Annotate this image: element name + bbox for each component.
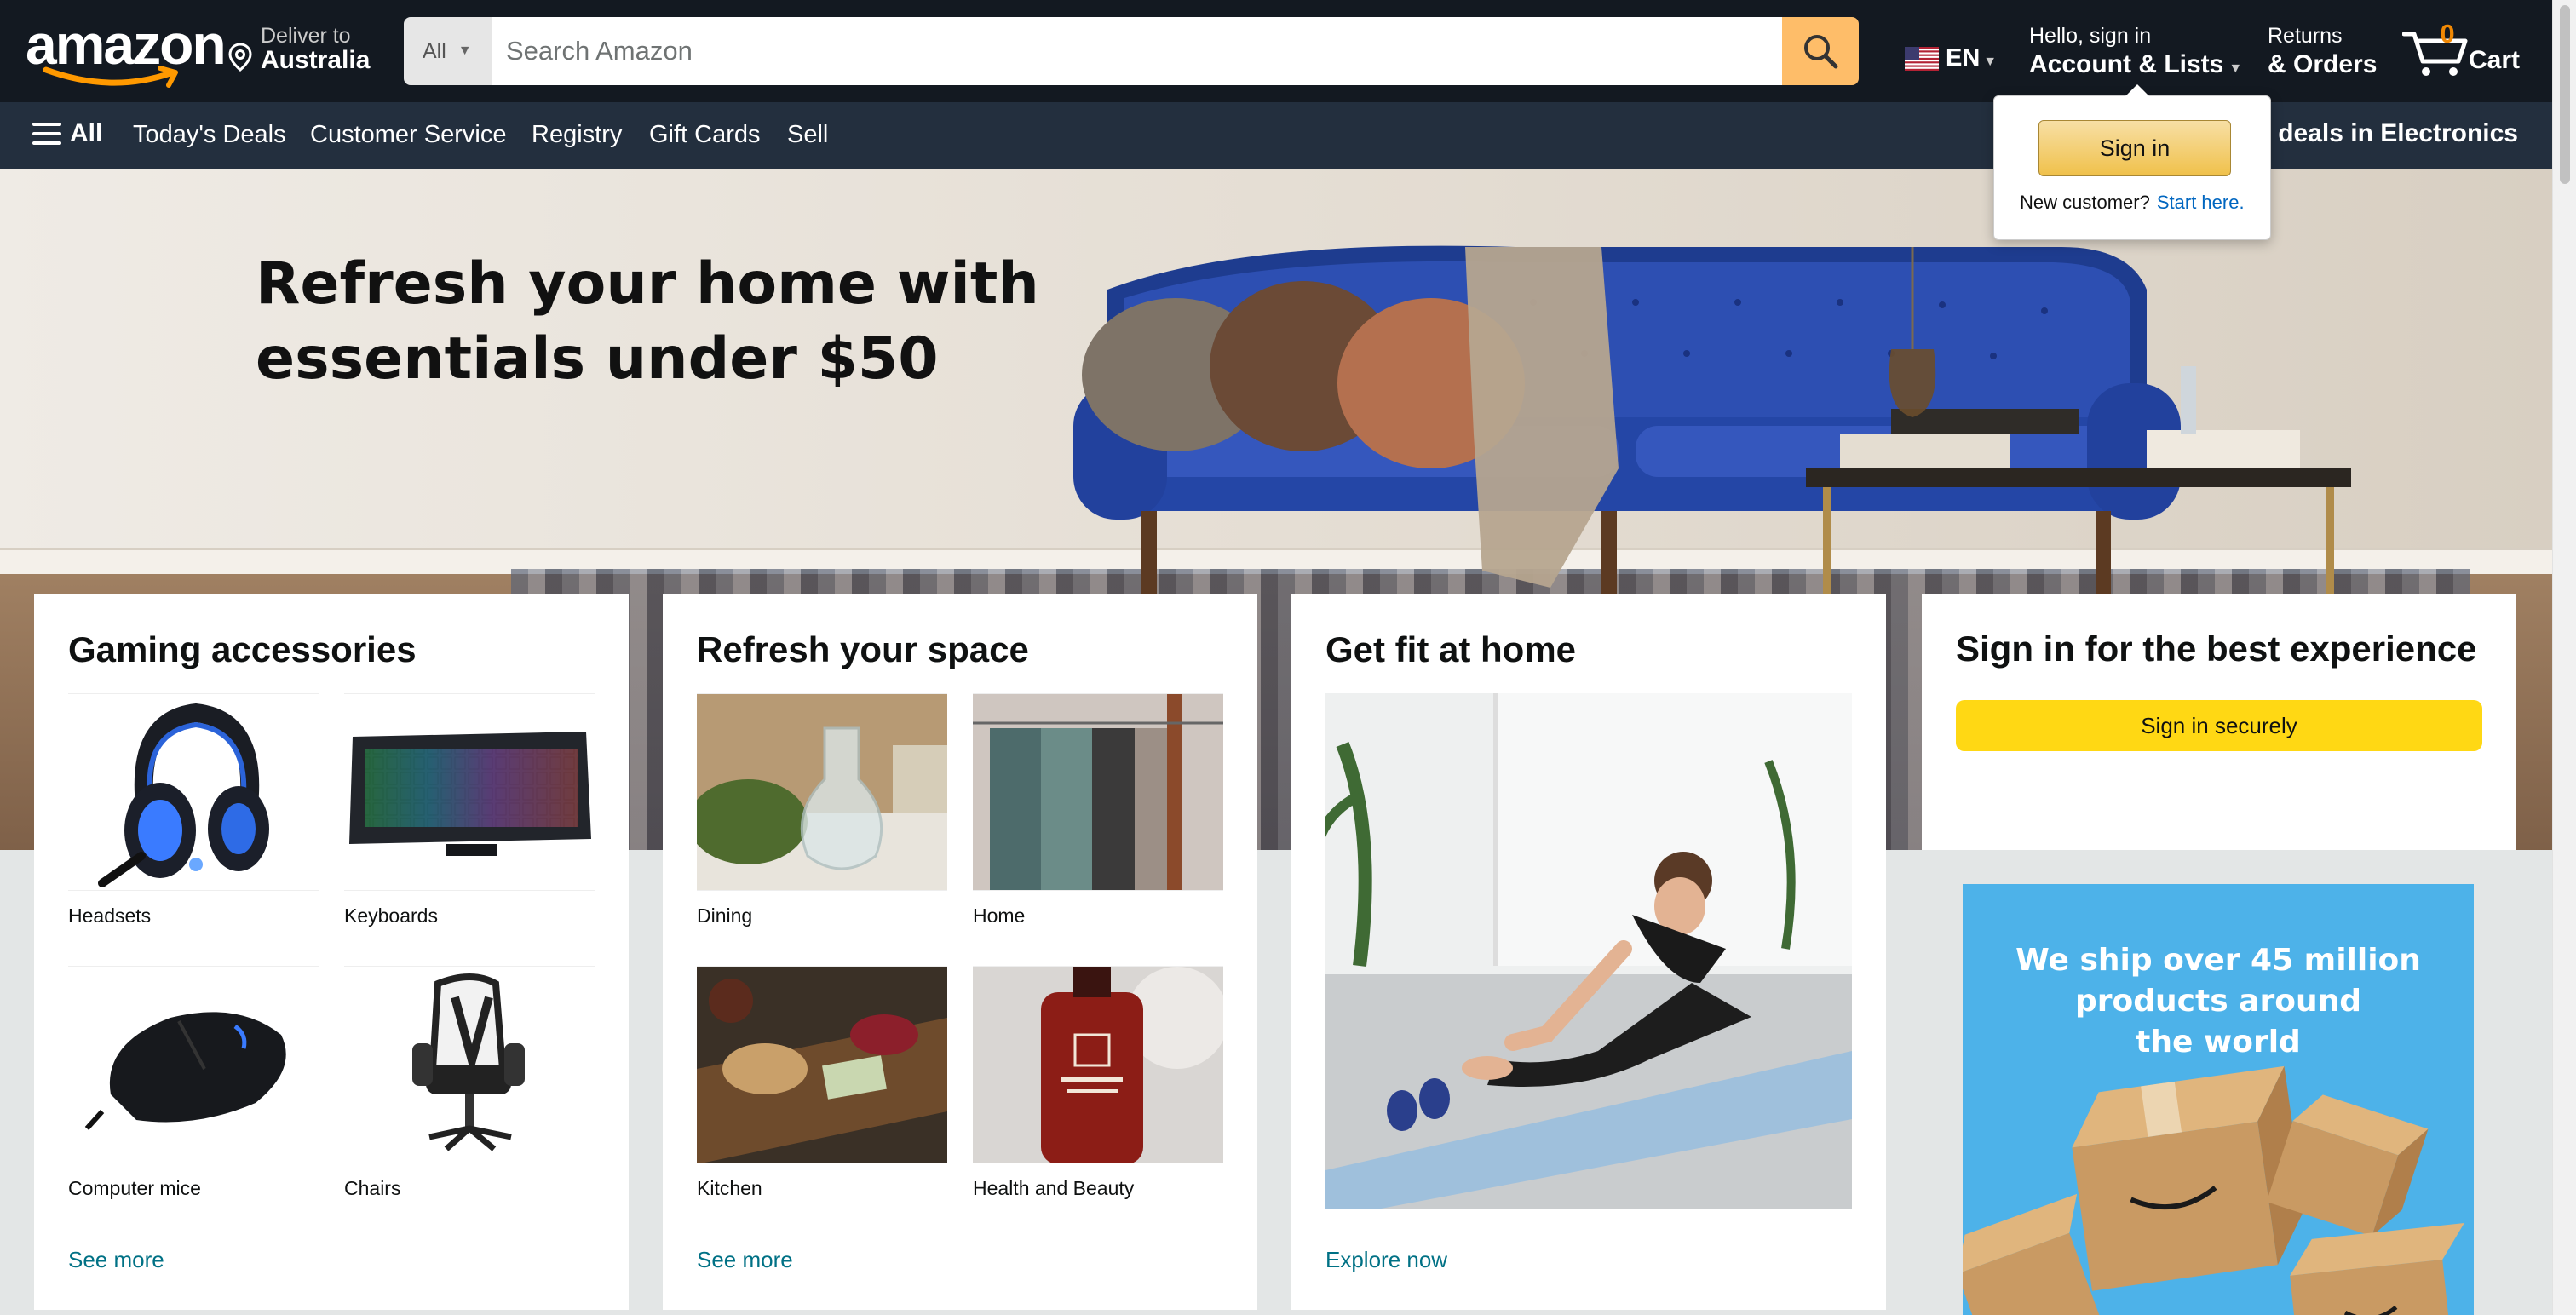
tile-caption: Kitchen: [697, 1177, 762, 1199]
home-image: [973, 693, 1223, 891]
tile-health-and-beauty[interactable]: Health and Beauty: [973, 966, 1223, 1200]
tile-home[interactable]: Home: [973, 693, 1223, 927]
card-title: Refresh your space: [697, 629, 1029, 669]
amazon-logo[interactable]: amazon: [26, 13, 227, 88]
fitness-image[interactable]: [1325, 693, 1852, 1209]
tile-headsets[interactable]: Headsets: [68, 693, 319, 927]
start-here-link[interactable]: Start here.: [2157, 192, 2245, 213]
see-more-link[interactable]: See more: [68, 1247, 164, 1273]
returns-orders[interactable]: Returns & Orders: [2268, 24, 2377, 79]
kitchen-image: [697, 966, 947, 1163]
tile-dining[interactable]: Dining: [697, 693, 947, 927]
card-title: Gaming accessories: [68, 629, 417, 669]
hero-headline-line1: Refresh your home with: [256, 250, 1039, 318]
orders-label: & Orders: [2268, 50, 2378, 78]
living-room-image: [1073, 245, 2351, 598]
tile-caption: Keyboards: [344, 904, 438, 927]
search-button[interactable]: [1782, 17, 1859, 85]
card-sign-in: Sign in for the best experience Sign in …: [1922, 594, 2516, 850]
account-title-label: Account & Lists: [2029, 50, 2224, 78]
scrollbar-thumb[interactable]: [2560, 5, 2570, 184]
nav-link-gift-cards[interactable]: Gift Cards: [649, 121, 761, 149]
cart-label: Cart: [2469, 46, 2521, 74]
deliver-label: Deliver to: [261, 24, 351, 48]
nav-link-todays-deals[interactable]: Today's Deals: [133, 121, 286, 149]
new-customer-text: New customer? Start here.: [2020, 192, 2245, 214]
shipping-boxes-image: [1963, 1065, 2464, 1315]
chevron-down-icon: ▼: [1983, 54, 1998, 69]
tile-caption: Home: [973, 904, 1026, 927]
gaming-chair-image: [344, 966, 595, 1163]
nav-link-registry[interactable]: Registry: [532, 121, 622, 149]
dining-image: [697, 693, 947, 891]
chevron-down-icon: ▼: [2228, 61, 2243, 76]
card-title: Get fit at home: [1325, 629, 1577, 669]
search-input[interactable]: [492, 17, 1782, 85]
tile-chairs[interactable]: Chairs: [344, 966, 595, 1200]
health-beauty-image: [973, 966, 1223, 1163]
chevron-down-icon: ▼: [457, 43, 472, 58]
card-refresh-your-space: Refresh your space Dining Home Kitchen H…: [663, 594, 1257, 1310]
account-lists[interactable]: Hello, sign in Account & Lists ▼: [2029, 24, 2242, 79]
search-category-label: All: [423, 38, 446, 63]
headset-image: [68, 693, 319, 891]
card-gaming-accessories: Gaming accessories Headsets Keyboards Co…: [34, 594, 629, 1310]
mouse-image: [68, 966, 319, 1163]
search-category-dropdown[interactable]: All ▼: [404, 17, 492, 85]
returns-label: Returns: [2268, 24, 2343, 48]
logo-smile-icon: [43, 66, 178, 88]
hero-headline-line2: essentials under $50: [256, 325, 939, 393]
tile-caption: Chairs: [344, 1177, 401, 1199]
see-more-link[interactable]: See more: [697, 1247, 793, 1273]
tile-keyboards[interactable]: Keyboards: [344, 693, 595, 927]
sign-in-flyout: Sign in New customer? Start here.: [1993, 84, 2271, 240]
explore-now-link[interactable]: Explore now: [1325, 1247, 1447, 1273]
language-label: EN: [1946, 44, 1981, 72]
hero-headline: Refresh your home with essentials under …: [256, 247, 1039, 397]
sign-in-securely-button[interactable]: Sign in securely: [1956, 700, 2482, 751]
search-bar: All ▼: [404, 17, 1859, 85]
tile-caption: Dining: [697, 904, 753, 927]
tile-kitchen[interactable]: Kitchen: [697, 966, 947, 1200]
language-selector[interactable]: EN ▼: [1905, 44, 1997, 72]
hamburger-icon: [32, 123, 61, 145]
card-title: Sign in for the best experience: [1956, 629, 2477, 669]
nav-link-sell[interactable]: Sell: [787, 121, 828, 149]
logo-wordmark: amazon: [26, 13, 227, 76]
keyboard-image: [344, 693, 595, 891]
location-pin-icon: [228, 43, 252, 72]
us-flag-icon: [1905, 46, 1939, 71]
top-navigation: amazon Deliver to Australia All ▼ Search…: [0, 0, 2552, 102]
tile-caption: Computer mice: [68, 1177, 201, 1199]
tile-computer-mice[interactable]: Computer mice: [68, 966, 319, 1200]
tile-caption: Health and Beauty: [973, 1177, 1135, 1199]
page-scrollbar[interactable]: [2552, 0, 2576, 1315]
nav-link-customer-service[interactable]: Customer Service: [310, 121, 506, 149]
deliver-location: Australia: [261, 46, 371, 74]
new-customer-label: New customer?: [2020, 192, 2150, 213]
shipping-ad-banner[interactable]: We ship over 45 million products around …: [1963, 884, 2474, 1315]
account-greeting: Hello, sign in: [2029, 24, 2152, 48]
cart[interactable]: 0 Cart: [2402, 19, 2521, 83]
all-menu-label: All: [70, 119, 103, 147]
flyout-sign-in-button[interactable]: Sign in: [2038, 120, 2231, 176]
tile-caption: Headsets: [68, 904, 152, 927]
card-get-fit-at-home: Get fit at home Explore now: [1291, 594, 1886, 1310]
all-menu-button[interactable]: All: [32, 119, 102, 148]
account-title: Account & Lists ▼: [2029, 50, 2242, 79]
cart-count: 0: [2440, 19, 2455, 49]
search-icon: [1804, 35, 1838, 69]
